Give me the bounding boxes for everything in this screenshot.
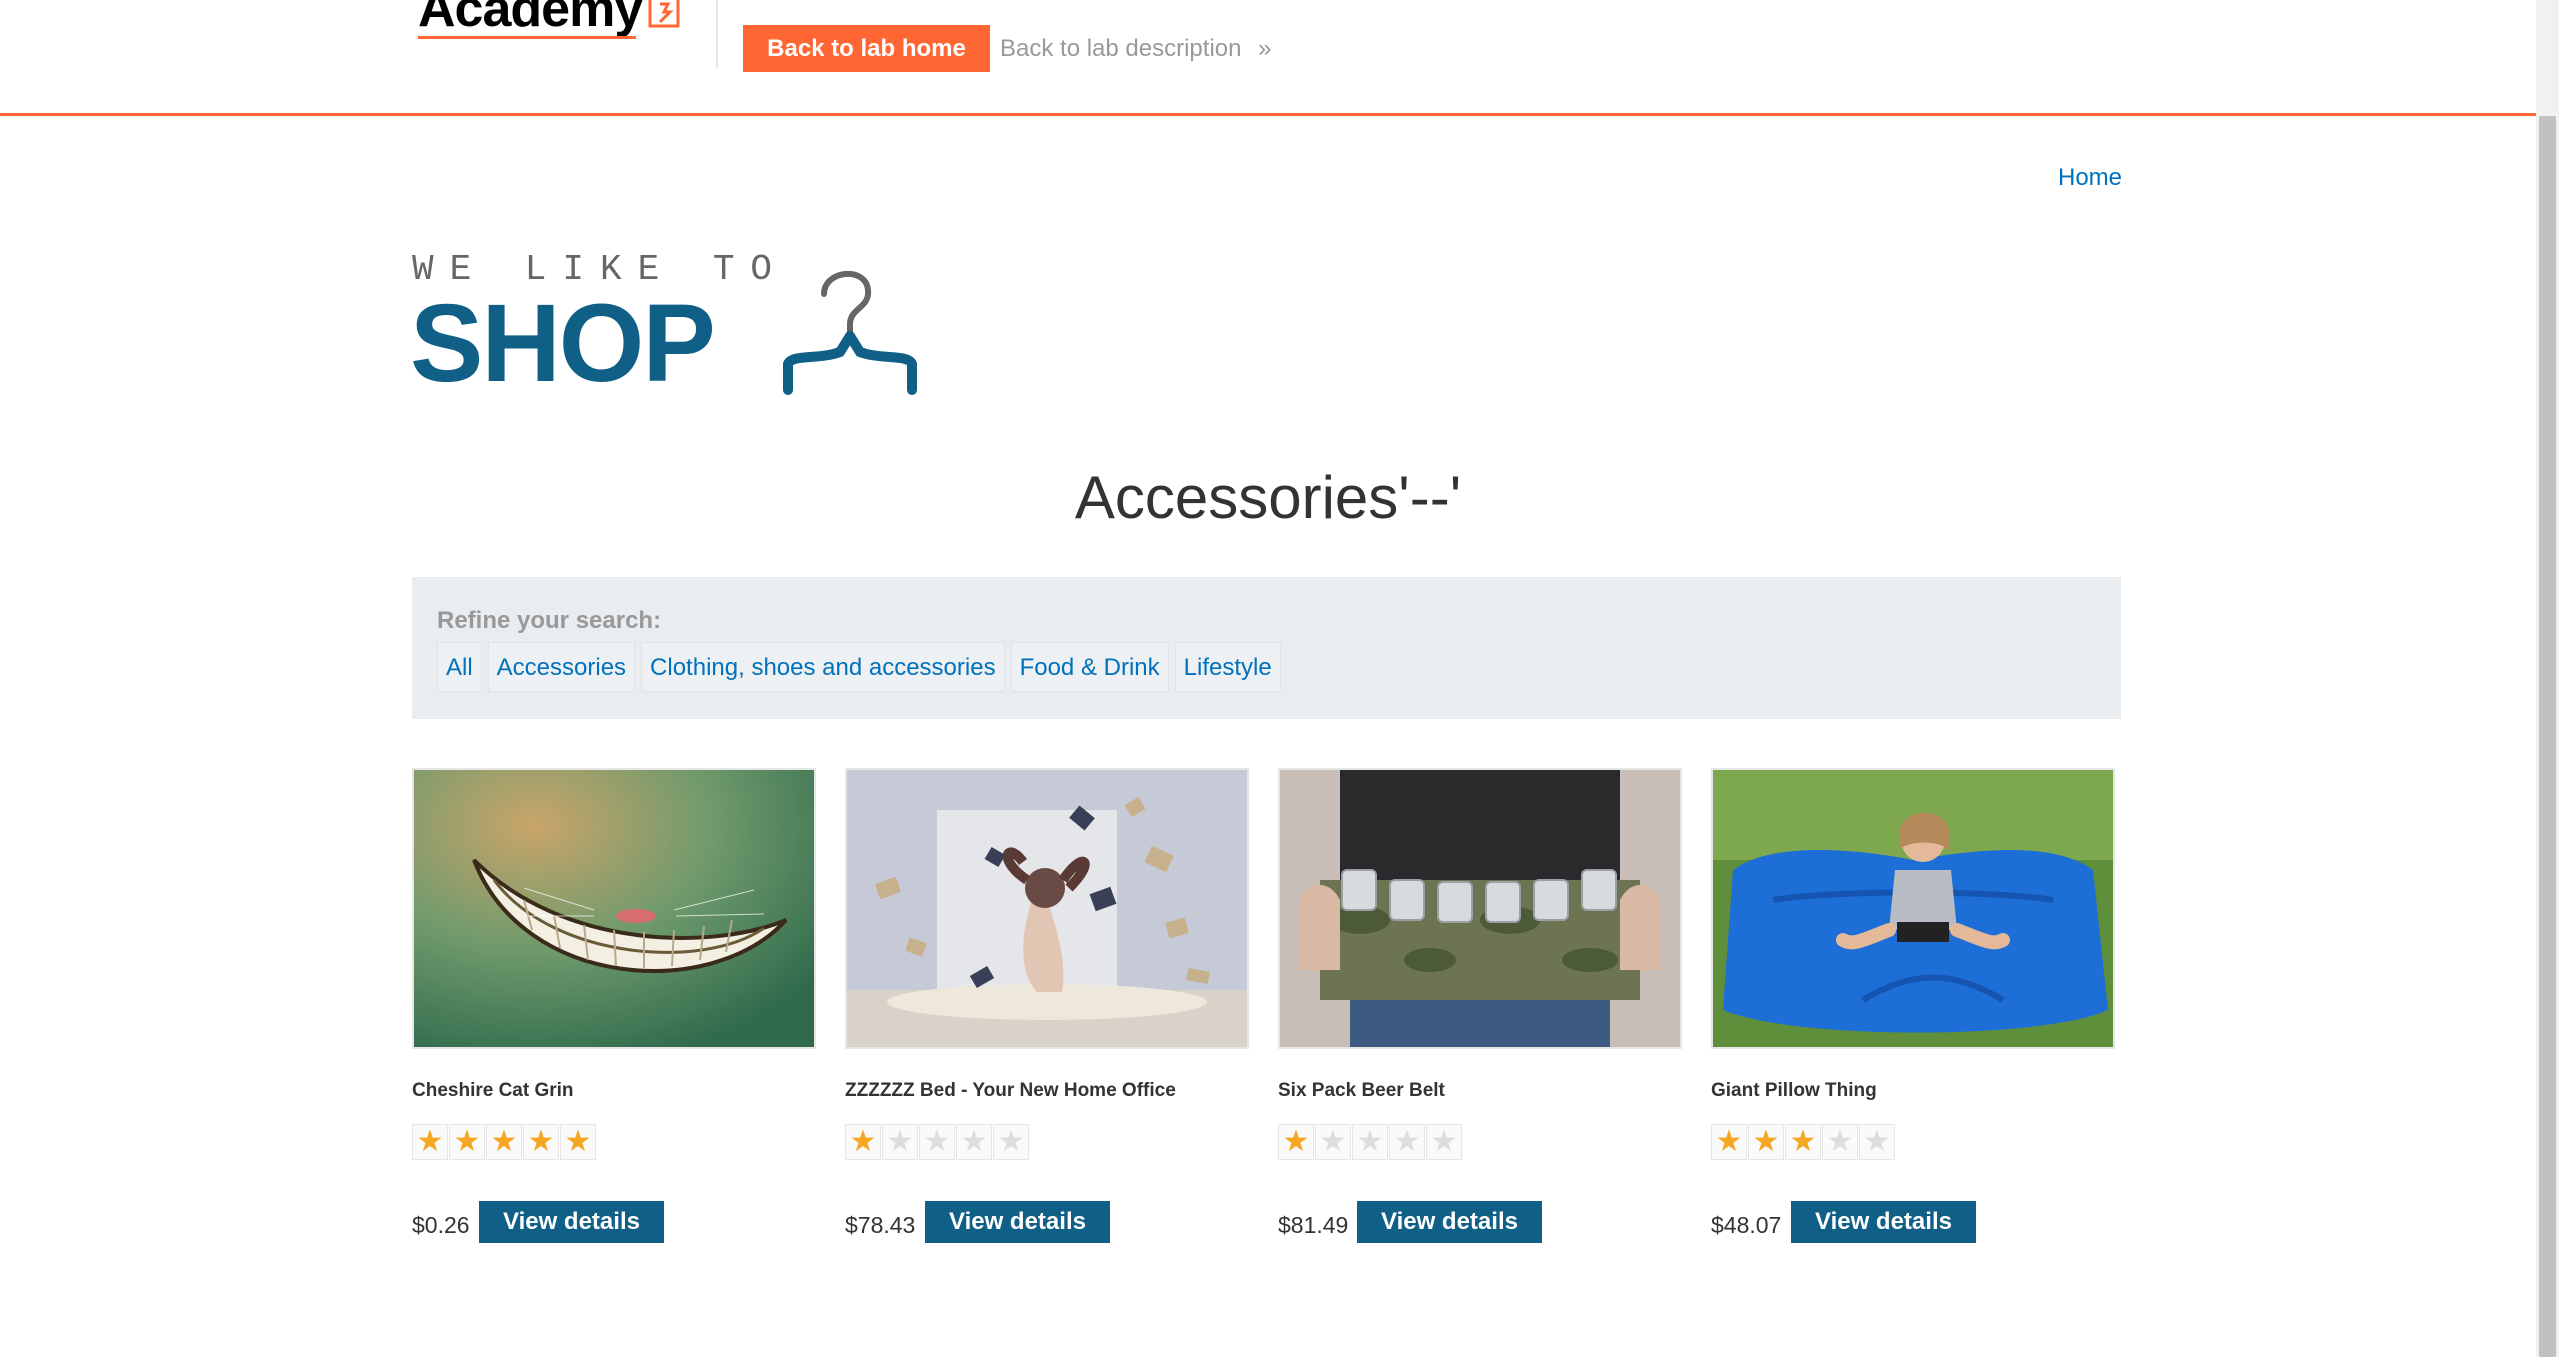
double-chevron-right-icon: » xyxy=(1258,35,1272,62)
product-name: ZZZZZZ Bed - Your New Home Office xyxy=(845,1080,1176,1101)
scrollbar-thumb[interactable] xyxy=(2539,116,2556,1357)
star-empty-icon: ★ xyxy=(1352,1124,1388,1160)
page-title: Accessories'--' xyxy=(1074,464,1462,531)
star-empty-icon: ★ xyxy=(993,1124,1029,1160)
star-filled-icon: ★ xyxy=(1748,1124,1784,1160)
filter-panel: Refine your search: All Accessories Clot… xyxy=(412,577,2121,719)
shop-logo[interactable]: WE LIKE TO SHOP xyxy=(410,250,970,404)
product-price: $48.07 xyxy=(1711,1212,1782,1238)
hanger-icon xyxy=(783,271,917,395)
star-empty-icon: ★ xyxy=(1859,1124,1895,1160)
star-empty-icon: ★ xyxy=(1822,1124,1858,1160)
star-empty-icon: ★ xyxy=(919,1124,955,1160)
view-details-button[interactable]: View details xyxy=(925,1201,1110,1243)
star-filled-icon: ★ xyxy=(486,1124,522,1160)
view-details-button[interactable]: View details xyxy=(479,1201,664,1243)
back-to-lab-description-label: Back to lab description xyxy=(1000,35,1242,62)
filter-lifestyle[interactable]: Lifestyle xyxy=(1174,642,1281,692)
floating-books-bed-image[interactable] xyxy=(845,768,1249,1049)
giant-pillow-image[interactable] xyxy=(1711,768,2115,1049)
cheshire-grin-image[interactable] xyxy=(412,768,816,1049)
star-empty-icon: ★ xyxy=(1426,1124,1462,1160)
star-rating: ★ ★ ★ ★ ★ xyxy=(845,1124,1030,1160)
star-empty-icon: ★ xyxy=(882,1124,918,1160)
filter-clothing-shoes-accessories[interactable]: Clothing, shoes and accessories xyxy=(641,642,1005,692)
filter-label: Refine your search: xyxy=(437,607,662,634)
star-filled-icon: ★ xyxy=(449,1124,485,1160)
filter-accessories[interactable]: Accessories xyxy=(487,642,636,692)
star-empty-icon: ★ xyxy=(956,1124,992,1160)
back-to-lab-description-link[interactable]: Back to lab description » xyxy=(1000,25,1272,72)
product-name: Giant Pillow Thing xyxy=(1711,1080,1877,1101)
academy-logo[interactable]: Academy xyxy=(412,0,687,44)
star-empty-icon: ★ xyxy=(1389,1124,1425,1160)
star-filled-icon: ★ xyxy=(845,1124,881,1160)
star-filled-icon: ★ xyxy=(1711,1124,1747,1160)
star-empty-icon: ★ xyxy=(1315,1124,1351,1160)
academy-logo-mark-icon xyxy=(648,0,680,28)
beer-belt-image[interactable] xyxy=(1278,768,1682,1049)
star-filled-icon: ★ xyxy=(523,1124,559,1160)
header-divider xyxy=(716,0,718,68)
star-filled-icon: ★ xyxy=(1785,1124,1821,1160)
scrollbar-track[interactable] xyxy=(2536,0,2559,1357)
filter-food-drink[interactable]: Food & Drink xyxy=(1010,642,1169,692)
star-filled-icon: ★ xyxy=(412,1124,448,1160)
academy-logo-underline xyxy=(418,36,636,39)
view-details-button[interactable]: View details xyxy=(1791,1201,1976,1243)
filter-all[interactable]: All xyxy=(437,642,482,692)
back-to-lab-home-button[interactable]: Back to lab home xyxy=(743,25,990,72)
view-details-button[interactable]: View details xyxy=(1357,1201,1542,1243)
star-filled-icon: ★ xyxy=(1278,1124,1314,1160)
star-rating: ★ ★ ★ ★ ★ xyxy=(1278,1124,1463,1160)
product-price: $0.26 xyxy=(412,1212,470,1238)
product-price: $81.49 xyxy=(1278,1212,1349,1238)
star-rating: ★ ★ ★ ★ ★ xyxy=(412,1124,597,1160)
star-rating: ★ ★ ★ ★ ★ xyxy=(1711,1124,1896,1160)
product-price: $78.43 xyxy=(845,1212,916,1238)
shop-logo-word: SHOP xyxy=(410,282,716,405)
product-name: Cheshire Cat Grin xyxy=(412,1080,574,1101)
home-nav-link[interactable]: Home xyxy=(2058,164,2122,192)
star-filled-icon: ★ xyxy=(560,1124,596,1160)
academy-header: Academy Back to lab home Back to lab des… xyxy=(0,0,2536,116)
product-name: Six Pack Beer Belt xyxy=(1278,1080,1445,1101)
category-filter-list: All Accessories Clothing, shoes and acce… xyxy=(437,642,1281,692)
